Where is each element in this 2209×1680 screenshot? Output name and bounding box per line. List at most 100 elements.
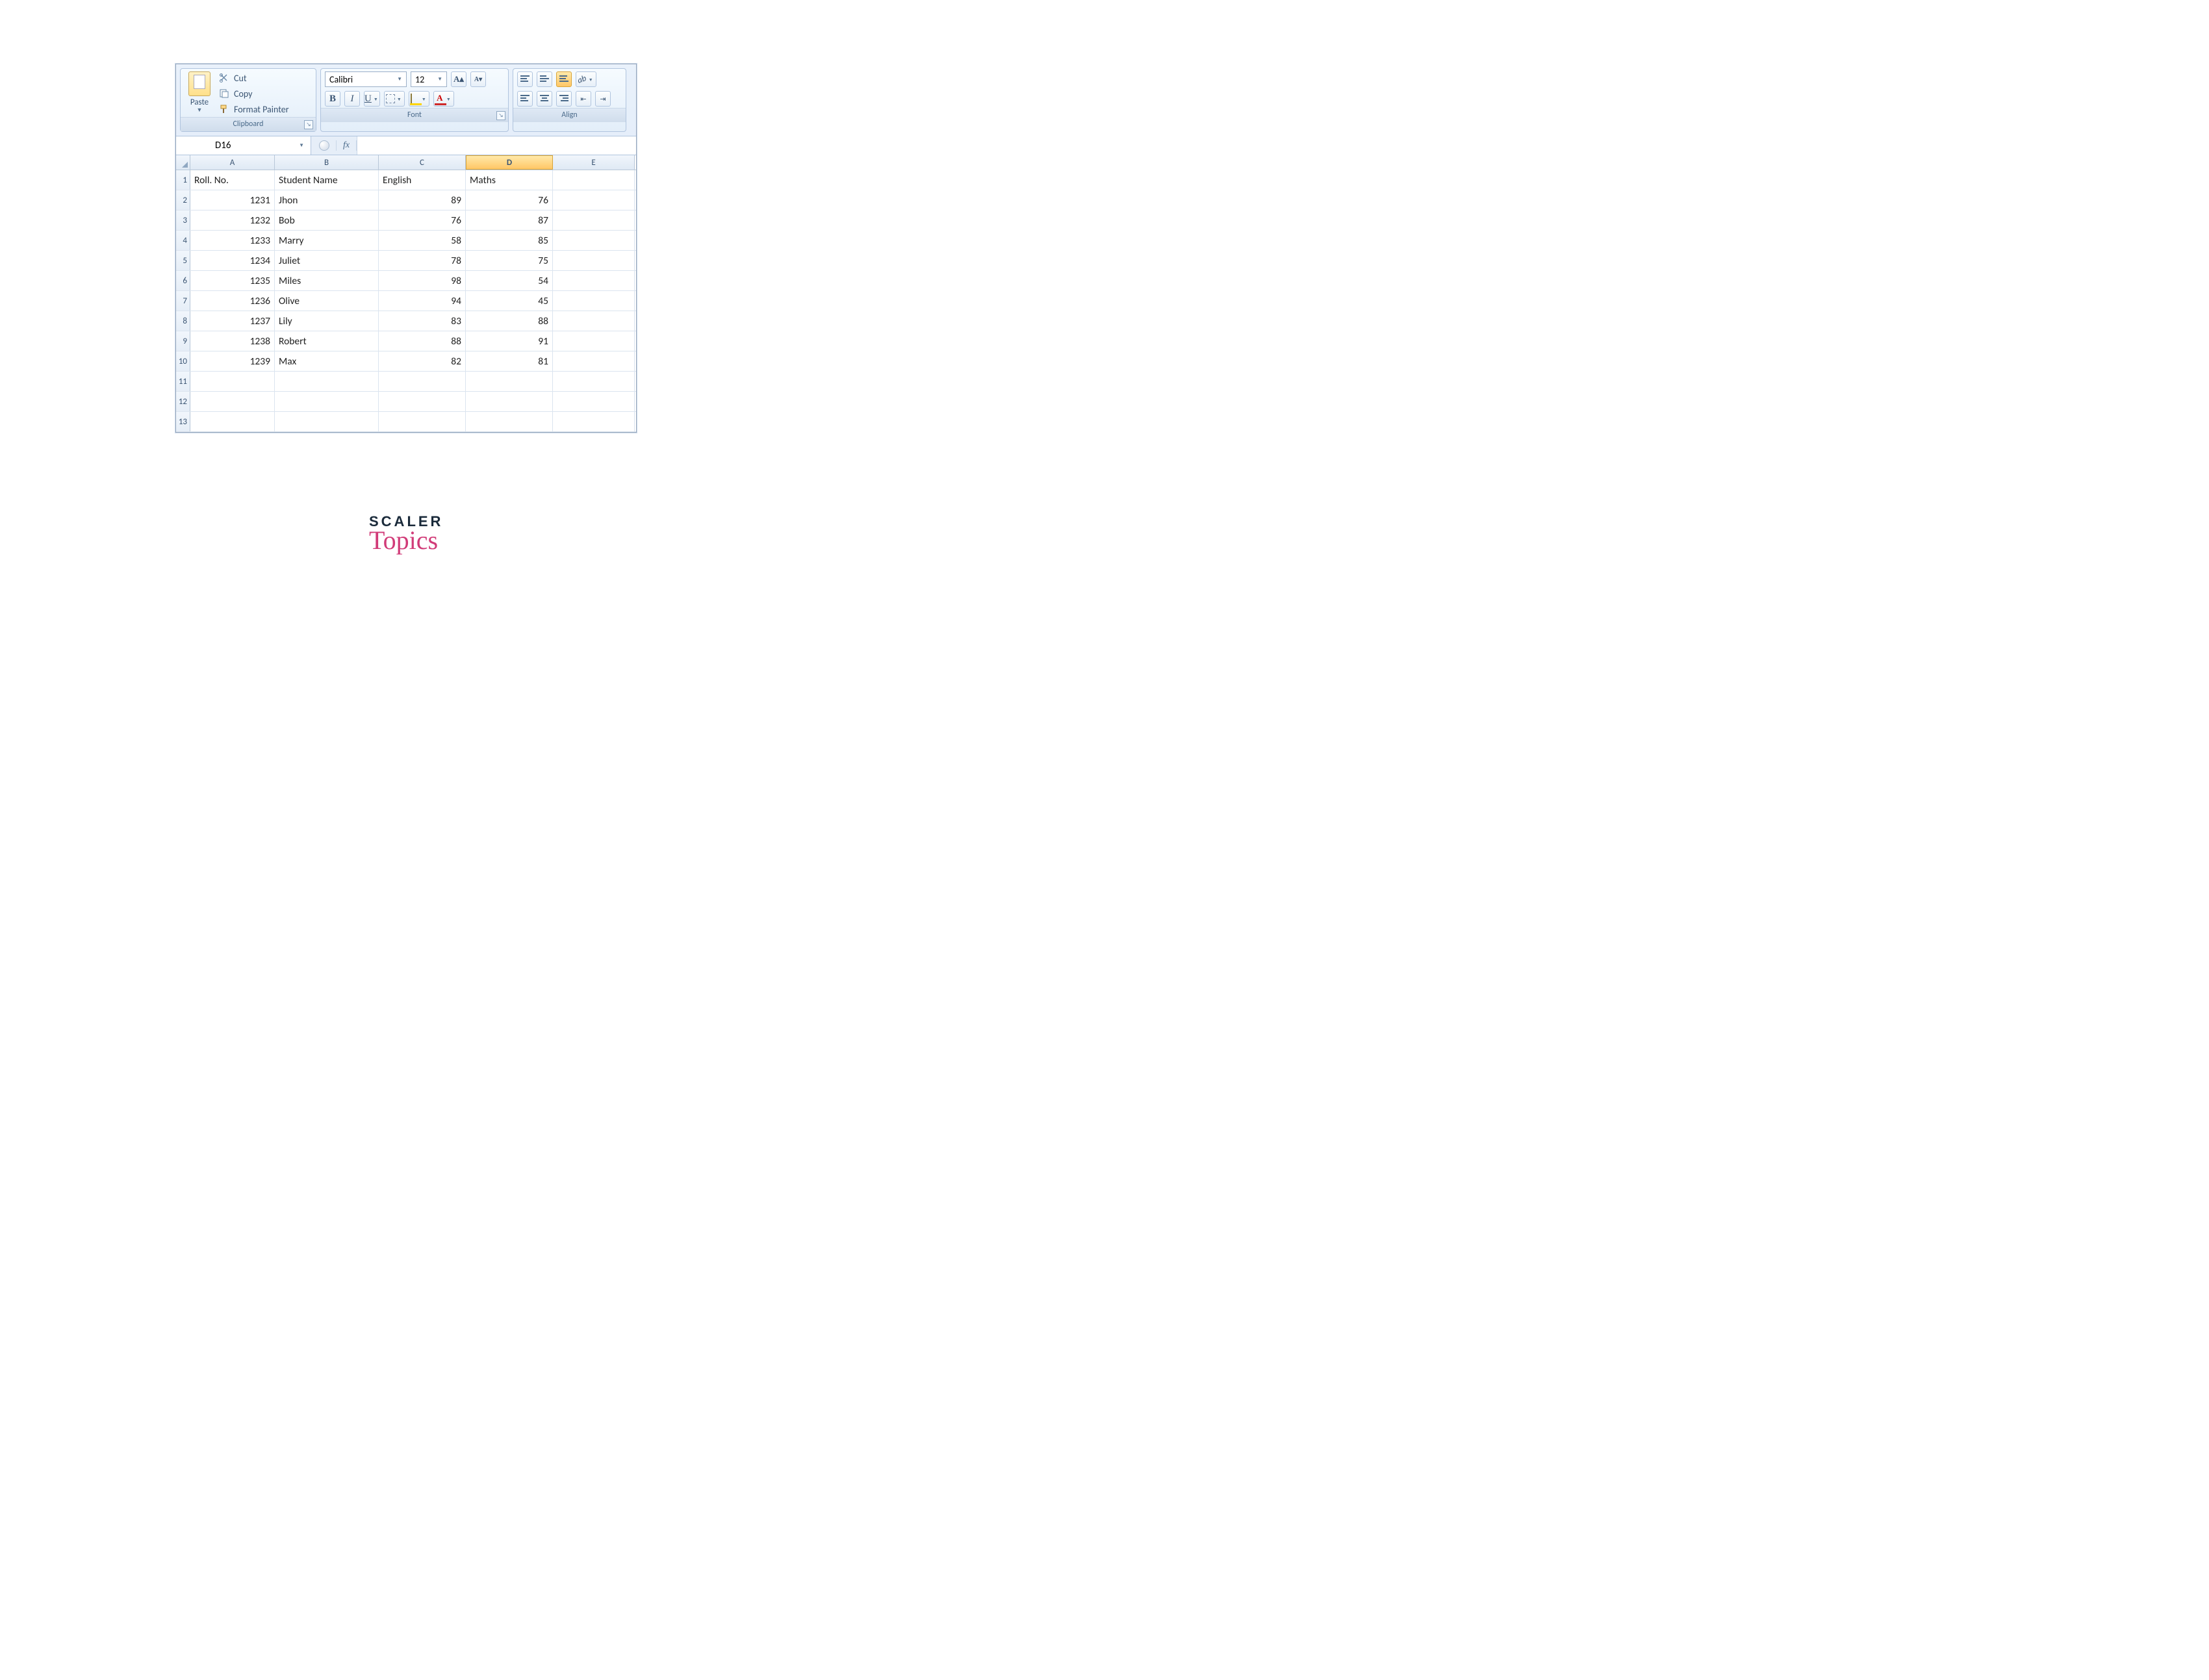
cell[interactable]: 54	[466, 271, 553, 290]
cell[interactable]: Robert	[275, 331, 379, 351]
cell[interactable]	[466, 372, 553, 391]
cell[interactable]	[190, 392, 275, 411]
row-header[interactable]: 1	[176, 170, 190, 190]
shrink-font-button[interactable]: A▾	[470, 71, 486, 87]
column-header-B[interactable]: B	[275, 155, 379, 170]
cell[interactable]	[466, 412, 553, 431]
row-header[interactable]: 4	[176, 231, 190, 250]
cell[interactable]	[553, 311, 635, 331]
row-header[interactable]: 8	[176, 311, 190, 331]
cell[interactable]	[553, 210, 635, 230]
cell[interactable]: 75	[466, 251, 553, 270]
cell[interactable]	[553, 231, 635, 250]
name-box[interactable]: D16 ▼	[176, 136, 311, 155]
chevron-down-icon[interactable]: ▼	[197, 107, 203, 114]
align-top-button[interactable]	[517, 71, 533, 87]
decrease-indent-button[interactable]: ⇤	[576, 91, 591, 107]
cell[interactable]	[379, 372, 466, 391]
cell[interactable]: 88	[466, 311, 553, 331]
cell[interactable]	[466, 392, 553, 411]
row-header[interactable]: 7	[176, 291, 190, 311]
row-header[interactable]: 6	[176, 271, 190, 290]
bold-button[interactable]: B	[325, 91, 340, 107]
column-header-C[interactable]: C	[379, 155, 466, 170]
row-header[interactable]: 11	[176, 372, 190, 391]
row-header[interactable]: 10	[176, 351, 190, 371]
cut-button[interactable]: Cut	[217, 71, 290, 84]
select-all-corner[interactable]	[176, 155, 190, 170]
cell[interactable]	[553, 271, 635, 290]
row-header[interactable]: 2	[176, 190, 190, 210]
cell[interactable]	[379, 412, 466, 431]
cell[interactable]: Max	[275, 351, 379, 371]
cell[interactable]	[553, 412, 635, 431]
cell[interactable]	[553, 351, 635, 371]
cell[interactable]: 1231	[190, 190, 275, 210]
cell[interactable]: 1233	[190, 231, 275, 250]
cell[interactable]: 83	[379, 311, 466, 331]
cell[interactable]: 94	[379, 291, 466, 311]
cell[interactable]: Jhon	[275, 190, 379, 210]
paste-button[interactable]: Paste ▼	[185, 71, 214, 116]
column-header-E[interactable]: E	[553, 155, 635, 170]
cell[interactable]: 82	[379, 351, 466, 371]
cell[interactable]	[553, 291, 635, 311]
orientation-button[interactable]: ab▼	[576, 71, 596, 87]
row-header[interactable]: 9	[176, 331, 190, 351]
cell[interactable]: Olive	[275, 291, 379, 311]
borders-button[interactable]: ▼	[384, 91, 405, 107]
cell[interactable]: 85	[466, 231, 553, 250]
cell[interactable]: English	[379, 170, 466, 190]
cell[interactable]: Student Name	[275, 170, 379, 190]
cell[interactable]	[553, 372, 635, 391]
cell[interactable]: 76	[466, 190, 553, 210]
cell[interactable]: Marry	[275, 231, 379, 250]
row-header[interactable]: 12	[176, 392, 190, 411]
spreadsheet-grid[interactable]: A B C D E 1 Roll. No. Student Name Engli…	[176, 155, 636, 432]
cell[interactable]: Juliet	[275, 251, 379, 270]
cell[interactable]: 1234	[190, 251, 275, 270]
italic-button[interactable]: I	[344, 91, 360, 107]
cell[interactable]: 1239	[190, 351, 275, 371]
clipboard-dialog-launcher[interactable]: ↘	[304, 120, 313, 129]
cell[interactable]	[190, 372, 275, 391]
cell[interactable]: 89	[379, 190, 466, 210]
cell[interactable]: 78	[379, 251, 466, 270]
row-header[interactable]: 3	[176, 210, 190, 230]
font-name-dropdown[interactable]: Calibri ▼	[325, 71, 407, 87]
cell[interactable]: 1236	[190, 291, 275, 311]
align-right-button[interactable]	[556, 91, 572, 107]
cell[interactable]	[553, 190, 635, 210]
align-middle-button[interactable]	[537, 71, 552, 87]
format-painter-button[interactable]: Format Painter	[217, 103, 290, 116]
grow-font-button[interactable]: A▴	[451, 71, 466, 87]
cell[interactable]: Miles	[275, 271, 379, 290]
cell[interactable]	[553, 392, 635, 411]
cell[interactable]: 98	[379, 271, 466, 290]
cell[interactable]: 76	[379, 210, 466, 230]
cell[interactable]: Bob	[275, 210, 379, 230]
cell[interactable]: 88	[379, 331, 466, 351]
copy-button[interactable]: Copy	[217, 87, 290, 100]
font-dialog-launcher[interactable]: ↘	[496, 111, 505, 120]
cell[interactable]: Maths	[466, 170, 553, 190]
cell[interactable]: 1235	[190, 271, 275, 290]
cell[interactable]	[553, 170, 635, 190]
cell[interactable]: 58	[379, 231, 466, 250]
cell[interactable]: 1238	[190, 331, 275, 351]
row-header[interactable]: 5	[176, 251, 190, 270]
cell[interactable]: Roll. No.	[190, 170, 275, 190]
cell[interactable]	[190, 412, 275, 431]
cell[interactable]: 81	[466, 351, 553, 371]
align-center-button[interactable]	[537, 91, 552, 107]
align-left-button[interactable]	[517, 91, 533, 107]
cell[interactable]: 91	[466, 331, 553, 351]
fill-color-button[interactable]: ▼	[409, 91, 429, 107]
column-header-A[interactable]: A	[190, 155, 275, 170]
align-bottom-button[interactable]	[556, 71, 572, 87]
cell[interactable]: 1237	[190, 311, 275, 331]
font-color-button[interactable]: A▼	[433, 91, 454, 107]
formula-input[interactable]	[357, 136, 636, 155]
cell[interactable]	[379, 392, 466, 411]
cell[interactable]	[553, 251, 635, 270]
